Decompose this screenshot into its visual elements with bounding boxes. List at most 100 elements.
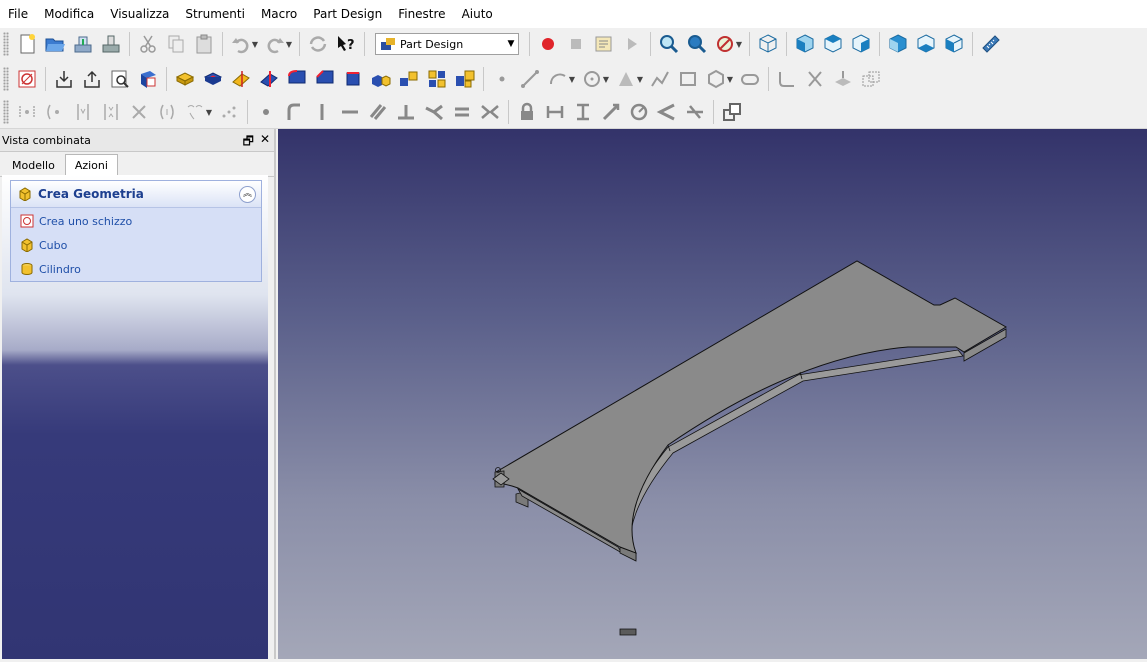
- tab-azioni[interactable]: Azioni: [64, 154, 118, 176]
- view-bottom-button[interactable]: [912, 30, 940, 58]
- constrain-horizontal-distance-button[interactable]: [541, 98, 569, 126]
- paste-button[interactable]: [190, 30, 218, 58]
- sketch-fillet-button[interactable]: [773, 65, 801, 93]
- polar-pattern-button[interactable]: [423, 65, 451, 93]
- constrain-vertical-distance-button[interactable]: [569, 98, 597, 126]
- task-item-cilindro[interactable]: Cilindro: [11, 258, 261, 280]
- constrain-symmetric-line-button[interactable]: [476, 98, 504, 126]
- toolbar-grip[interactable]: [3, 67, 9, 91]
- cut-button[interactable]: [134, 30, 162, 58]
- refresh-button[interactable]: [304, 30, 332, 58]
- menu-modifica[interactable]: Modifica: [36, 0, 102, 28]
- map-sketch-button[interactable]: [134, 65, 162, 93]
- constrain-radius-button[interactable]: [625, 98, 653, 126]
- run-macro-button[interactable]: [618, 30, 646, 58]
- save-as-button[interactable]: [97, 30, 125, 58]
- menu-file[interactable]: File: [0, 0, 36, 28]
- new-document-button[interactable]: [13, 30, 41, 58]
- constrain-vertical-line-button[interactable]: [308, 98, 336, 126]
- sketch-carbon-copy-button[interactable]: [857, 65, 885, 93]
- view-rear-button[interactable]: [884, 30, 912, 58]
- sketch-line-button[interactable]: [516, 65, 544, 93]
- view-front-button[interactable]: [791, 30, 819, 58]
- sketch-rectangle-button[interactable]: [674, 65, 702, 93]
- view-top-button[interactable]: [819, 30, 847, 58]
- pocket-button[interactable]: [199, 65, 227, 93]
- menu-part-design[interactable]: Part Design: [305, 0, 390, 28]
- view-left-button[interactable]: [940, 30, 968, 58]
- menu-aiuto[interactable]: Aiuto: [454, 0, 501, 28]
- leave-sketch-button[interactable]: [78, 65, 106, 93]
- constrain-block-button[interactable]: [280, 98, 308, 126]
- equal-dropdown[interactable]: ▼: [205, 98, 213, 126]
- task-panel-header[interactable]: Crea Geometria ︽: [11, 181, 261, 208]
- constrain-point-on-object-button[interactable]: [41, 98, 69, 126]
- sketch-trim-button[interactable]: [801, 65, 829, 93]
- workbench-selector[interactable]: Part Design ▼: [375, 33, 519, 55]
- 3d-viewport[interactable]: [278, 129, 1147, 659]
- revolution-button[interactable]: [227, 65, 255, 93]
- task-item-cubo[interactable]: Cubo: [11, 234, 261, 256]
- constrain-horizontal-line-button[interactable]: [336, 98, 364, 126]
- copy-button[interactable]: [162, 30, 190, 58]
- constrain-lock-button[interactable]: [513, 98, 541, 126]
- view-sketch-button[interactable]: [106, 65, 134, 93]
- measure-button[interactable]: [977, 30, 1005, 58]
- toggle-driving-button[interactable]: [718, 98, 746, 126]
- fillet-button[interactable]: [283, 65, 311, 93]
- redo-dropdown[interactable]: ▼: [285, 30, 293, 58]
- sketch-slot-button[interactable]: [736, 65, 764, 93]
- toolbar-grip[interactable]: [3, 32, 9, 56]
- constrain-tangent-line-button[interactable]: [420, 98, 448, 126]
- create-sketch-button[interactable]: [13, 65, 41, 93]
- constrain-perpendicular-button[interactable]: [125, 98, 153, 126]
- mirrored-button[interactable]: [367, 65, 395, 93]
- sketch-polyline-button[interactable]: [646, 65, 674, 93]
- conic-dropdown[interactable]: ▼: [636, 65, 644, 93]
- constrain-snell-button[interactable]: [681, 98, 709, 126]
- view-isometric-button[interactable]: [754, 30, 782, 58]
- constrain-horizontal-button[interactable]: [97, 98, 125, 126]
- constrain-coincident-button[interactable]: [13, 98, 41, 126]
- constrain-distance-button[interactable]: [597, 98, 625, 126]
- pad-button[interactable]: [171, 65, 199, 93]
- arc-dropdown[interactable]: ▼: [568, 65, 576, 93]
- record-macro-button[interactable]: [534, 30, 562, 58]
- menu-visualizza[interactable]: Visualizza: [102, 0, 177, 28]
- whats-this-button[interactable]: ?: [332, 30, 360, 58]
- attach-sketch-button[interactable]: [50, 65, 78, 93]
- view-right-button[interactable]: [847, 30, 875, 58]
- constrain-equal-line-button[interactable]: [448, 98, 476, 126]
- constrain-symmetric-button[interactable]: [215, 98, 243, 126]
- constrain-parallel-button[interactable]: [364, 98, 392, 126]
- groove-button[interactable]: [255, 65, 283, 93]
- sketch-point-button[interactable]: [488, 65, 516, 93]
- chamfer-button[interactable]: [311, 65, 339, 93]
- draw-style-dropdown[interactable]: ▼: [735, 30, 743, 58]
- task-item-crea-uno-schizzo[interactable]: Crea uno schizzo: [11, 210, 261, 232]
- toolbar-grip[interactable]: [3, 100, 9, 124]
- tab-modello[interactable]: Modello: [2, 154, 65, 176]
- constrain-angle-button[interactable]: [653, 98, 681, 126]
- menu-strumenti[interactable]: Strumenti: [177, 0, 253, 28]
- undo-dropdown[interactable]: ▼: [251, 30, 259, 58]
- save-button[interactable]: [69, 30, 97, 58]
- sketch-point-2-button[interactable]: [252, 98, 280, 126]
- polygon-dropdown[interactable]: ▼: [726, 65, 734, 93]
- multitransform-button[interactable]: [451, 65, 479, 93]
- menu-macro[interactable]: Macro: [253, 0, 305, 28]
- constrain-vertical-button[interactable]: [69, 98, 97, 126]
- sketch-external-button[interactable]: [829, 65, 857, 93]
- open-button[interactable]: [41, 30, 69, 58]
- draft-button[interactable]: [339, 65, 367, 93]
- float-window-icon[interactable]: 🗗: [243, 132, 254, 153]
- close-icon[interactable]: ✕: [260, 132, 270, 153]
- constrain-perpendicular-line-button[interactable]: [392, 98, 420, 126]
- linear-pattern-button[interactable]: [395, 65, 423, 93]
- menu-finestre[interactable]: Finestre: [390, 0, 453, 28]
- constrain-tangent-button[interactable]: [153, 98, 181, 126]
- edit-macro-button[interactable]: [590, 30, 618, 58]
- circle-dropdown[interactable]: ▼: [602, 65, 610, 93]
- fit-selection-button[interactable]: [683, 30, 711, 58]
- fit-all-button[interactable]: [655, 30, 683, 58]
